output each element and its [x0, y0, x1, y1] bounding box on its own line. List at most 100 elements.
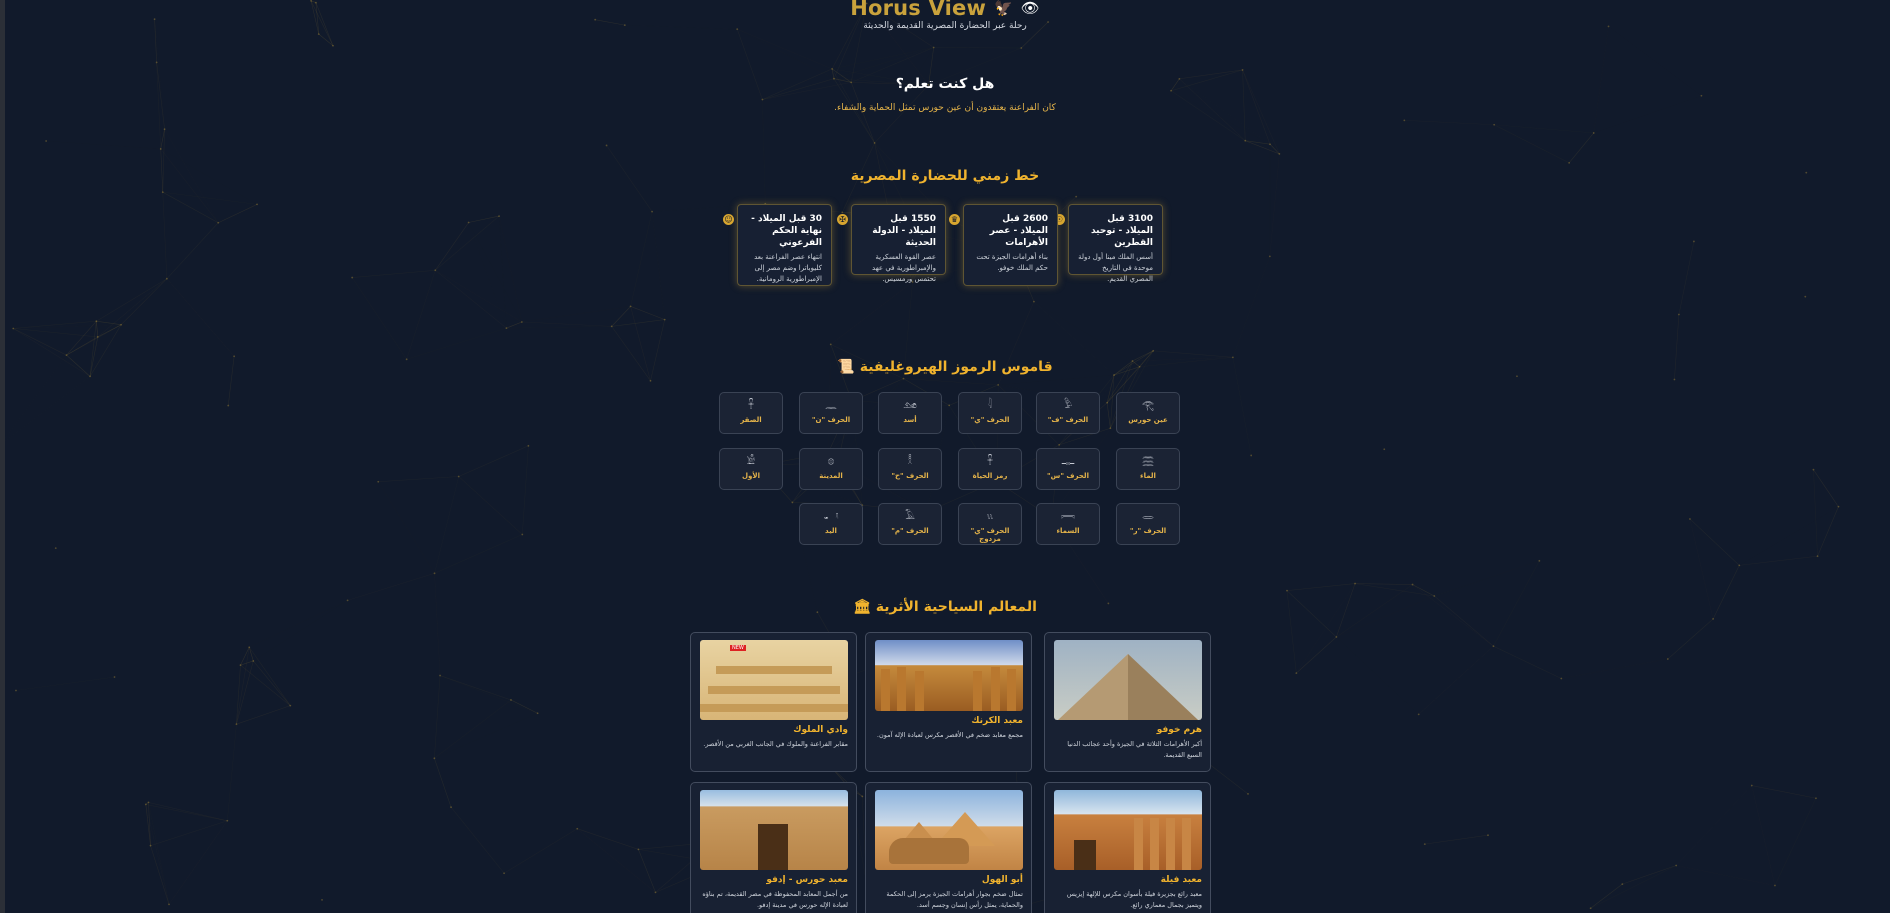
timeline-card[interactable]: 3100 قبل الميلاد - توحيد القطرين أسس الم… [1068, 204, 1163, 283]
landmark-desc: مجمع معابد ضخم في الأقصر مكرس لعبادة الإ… [876, 731, 1023, 739]
hieroglyph-name: الحرف "ح" [891, 472, 929, 480]
landmark-desc: تمثال ضخم بجوار أهرامات الجيزة يرمز إلى … [886, 890, 1023, 909]
landmark-card[interactable]: NEW وادي الملوك مقابر الفراعنة والملوك ف… [690, 632, 857, 772]
landmark-image-pyramid [1054, 640, 1202, 720]
did-you-know-title: هل كنت تعلم؟ [895, 76, 995, 92]
hieroglyph-name: الحرف "ن" [811, 416, 851, 424]
landmark-image-valley: NEW [700, 640, 848, 720]
hieroglyph-name: الحرف "ف" [1047, 416, 1089, 424]
hieroglyph-card[interactable]: 𓊖 المدينة [799, 448, 863, 490]
timeline-title: خط زمني للحضارة المصرية [850, 168, 1040, 184]
hieroglyph-name: الماء [1140, 472, 1156, 480]
hieroglyph-name: الحرف "ي" مزدوج [970, 527, 1010, 543]
landmark-desc: أكبر الأهرامات الثلاثة في الجيزة وأحد عج… [1067, 740, 1202, 759]
hieroglyph-name: اليد [825, 527, 837, 535]
hieroglyph-name: رمز الحياة [972, 472, 1008, 480]
landmark-title: أبو الهول [981, 875, 1023, 885]
timeline-body: انتهاء عصر الفراعنة بعد كليوباترا وضم مص… [754, 253, 822, 283]
timeline-heading: 1550 قبل الميلاد - الدولة الحديثة [872, 214, 936, 248]
hieroglyph-symbol: 𓀀 [746, 456, 756, 467]
landmark-image-edfu [700, 790, 848, 870]
landmark-title: معبد فيلة [1160, 875, 1202, 885]
hieroglyph-symbol: 𓊖 [827, 456, 835, 467]
landmarks-title: المعالم السياحية الأثرية [875, 599, 1037, 615]
eye-icon: 👁 [1020, 0, 1040, 17]
hieroglyph-card[interactable]: 𓃭 أسد [878, 392, 942, 434]
landmark-title: معبد حورس - إدفو [766, 875, 848, 885]
hieroglyph-symbol: 𓃭 [903, 400, 917, 411]
hieroglyph-title: قاموس الرموز الهيروغليفية [859, 359, 1053, 375]
landmarks-section-title: المعالم السياحية الأثرية 🏛 [0, 599, 1890, 615]
timeline-card[interactable]: 1550 قبل الميلاد - الدولة الحديثة عصر ال… [851, 204, 946, 283]
hieroglyph-card[interactable]: 𓇋 الحرف "ي" [958, 392, 1022, 434]
hieroglyph-card[interactable]: 𓈖 الحرف "ن" [799, 392, 863, 434]
hieroglyph-symbol: 𓈗 [1142, 456, 1154, 467]
site-subtitle: رحلة عبر الحضارة المصرية القديمة والحديث… [863, 21, 1027, 31]
timeline-heading: 30 قبل الميلاد - نهاية الحكم الفرعوني [751, 214, 822, 248]
hieroglyph-symbol: 𓏭 [986, 511, 994, 522]
hieroglyph-name: السماء [1056, 527, 1080, 535]
landmark-card[interactable]: أبو الهول تمثال ضخم بجوار أهرامات الجيزة… [865, 782, 1032, 913]
landmark-desc: من أجمل المعابد المحفوظة في مصر القديمة،… [702, 890, 848, 909]
landmark-card[interactable]: معبد حورس - إدفو من أجمل المعابد المحفوظ… [690, 782, 857, 913]
hieroglyph-card[interactable]: 𓇯 السماء [1036, 503, 1100, 545]
timeline-body: أسس الملك مينا أول دولة موحدة في التاريخ… [1078, 253, 1153, 283]
landmark-image-sphinx [875, 790, 1023, 870]
timeline-heading: 2600 قبل الميلاد - عصر الأهرامات [989, 214, 1048, 248]
timeline-card[interactable]: 2600 قبل الميلاد - عصر الأهرامات بناء أه… [963, 204, 1058, 286]
landmark-title: هرم خوفو [1156, 725, 1202, 735]
landmark-image-philae [1054, 790, 1202, 870]
timeline-heading: 3100 قبل الميلاد - توحيد القطرين [1090, 214, 1153, 248]
hieroglyph-name: الحرف "ي" [970, 416, 1010, 424]
hieroglyph-name: أسد [903, 416, 917, 424]
scroll-icon: 📜 [837, 359, 855, 375]
landmark-image-karnak [875, 640, 1023, 711]
landmark-desc: مقابر الفراعنة والملوك في الجانب الغربي … [703, 740, 848, 748]
hieroglyph-symbol: 𓇯 [1061, 511, 1075, 522]
hieroglyph-card[interactable]: 𓊃 الحرف "س" [1036, 448, 1100, 490]
hieroglyph-symbol: 𓂝 [823, 511, 839, 522]
hieroglyph-card[interactable]: 𓎛 الحرف "ح" [878, 448, 942, 490]
hieroglyph-symbol: 𓄿 [905, 511, 915, 522]
hieroglyph-symbol: 𓂀 [1141, 400, 1155, 411]
hieroglyph-card[interactable]: 𓏭 الحرف "ي" مزدوج [958, 503, 1022, 545]
landmark-card[interactable]: هرم خوفو أكبر الأهرامات الثلاثة في الجيز… [1044, 632, 1211, 772]
hieroglyph-card[interactable]: 𓀀 الأول [719, 448, 783, 490]
landmark-title: معبد الكرنك [971, 716, 1023, 726]
hieroglyph-name: الصقر [740, 416, 762, 424]
constellation-background [0, 0, 1840, 910]
hieroglyph-card[interactable]: 𓂝 اليد [799, 503, 863, 545]
landmark-card[interactable]: معبد فيلة معبد رائع بجزيرة فيلة بأسوان م… [1044, 782, 1211, 913]
hieroglyph-symbol: 𓅱 [1063, 400, 1073, 411]
museum-icon: 🏛 [853, 599, 871, 615]
hieroglyph-card[interactable]: 𓂀 عين حورس [1116, 392, 1180, 434]
site-title[interactable]: Horus View [850, 0, 986, 20]
hieroglyph-symbol: 𓇋 [988, 400, 992, 411]
hieroglyph-card[interactable]: 𓂋 الحرف "ر" [1116, 503, 1180, 545]
landmark-title: وادي الملوك [793, 725, 848, 735]
hieroglyph-section-title: قاموس الرموز الهيروغليفية 📜 [0, 359, 1890, 375]
hieroglyph-symbol: 𓎛 [907, 456, 913, 467]
hieroglyph-symbol: 𓋹 [748, 400, 754, 411]
did-you-know-text: كان الفراعنة يعتقدون أن عين حورس تمثل ال… [834, 103, 1056, 113]
timeline-body: بناء أهرامات الجيزة تحت حكم الملك خوفو. [976, 253, 1048, 272]
timeline-dot-icon: ✠ [837, 214, 848, 225]
hieroglyph-symbol: 𓈖 [825, 400, 837, 411]
hieroglyph-name: عين حورس [1128, 416, 1168, 424]
timeline-dot-icon: ☺ [723, 214, 734, 225]
hieroglyph-card[interactable]: 𓋹 رمز الحياة [958, 448, 1022, 490]
site-header: Horus View 🦅 👁 [0, 0, 1890, 20]
hieroglyph-name: الأول [741, 472, 761, 480]
hawk-icon: 🦅 [994, 0, 1013, 17]
hieroglyph-symbol: 𓋹 [987, 456, 993, 467]
landmark-card[interactable]: معبد الكرنك مجمع معابد ضخم في الأقصر مكر… [865, 632, 1032, 772]
hieroglyph-card[interactable]: 𓋹 الصقر [719, 392, 783, 434]
timeline-body: عصر القوة العسكرية والإمبراطورية في عهد … [872, 253, 936, 283]
hieroglyph-card[interactable]: 𓅱 الحرف "ف" [1036, 392, 1100, 434]
timeline-card[interactable]: 30 قبل الميلاد - نهاية الحكم الفرعوني ان… [737, 204, 832, 286]
hieroglyph-symbol: 𓊃 [1061, 456, 1075, 467]
hieroglyph-name: الحرف "م" [891, 527, 929, 535]
hieroglyph-card[interactable]: 𓄿 الحرف "م" [878, 503, 942, 545]
hieroglyph-card[interactable]: 𓈗 الماء [1116, 448, 1180, 490]
window-edge [0, 0, 5, 913]
